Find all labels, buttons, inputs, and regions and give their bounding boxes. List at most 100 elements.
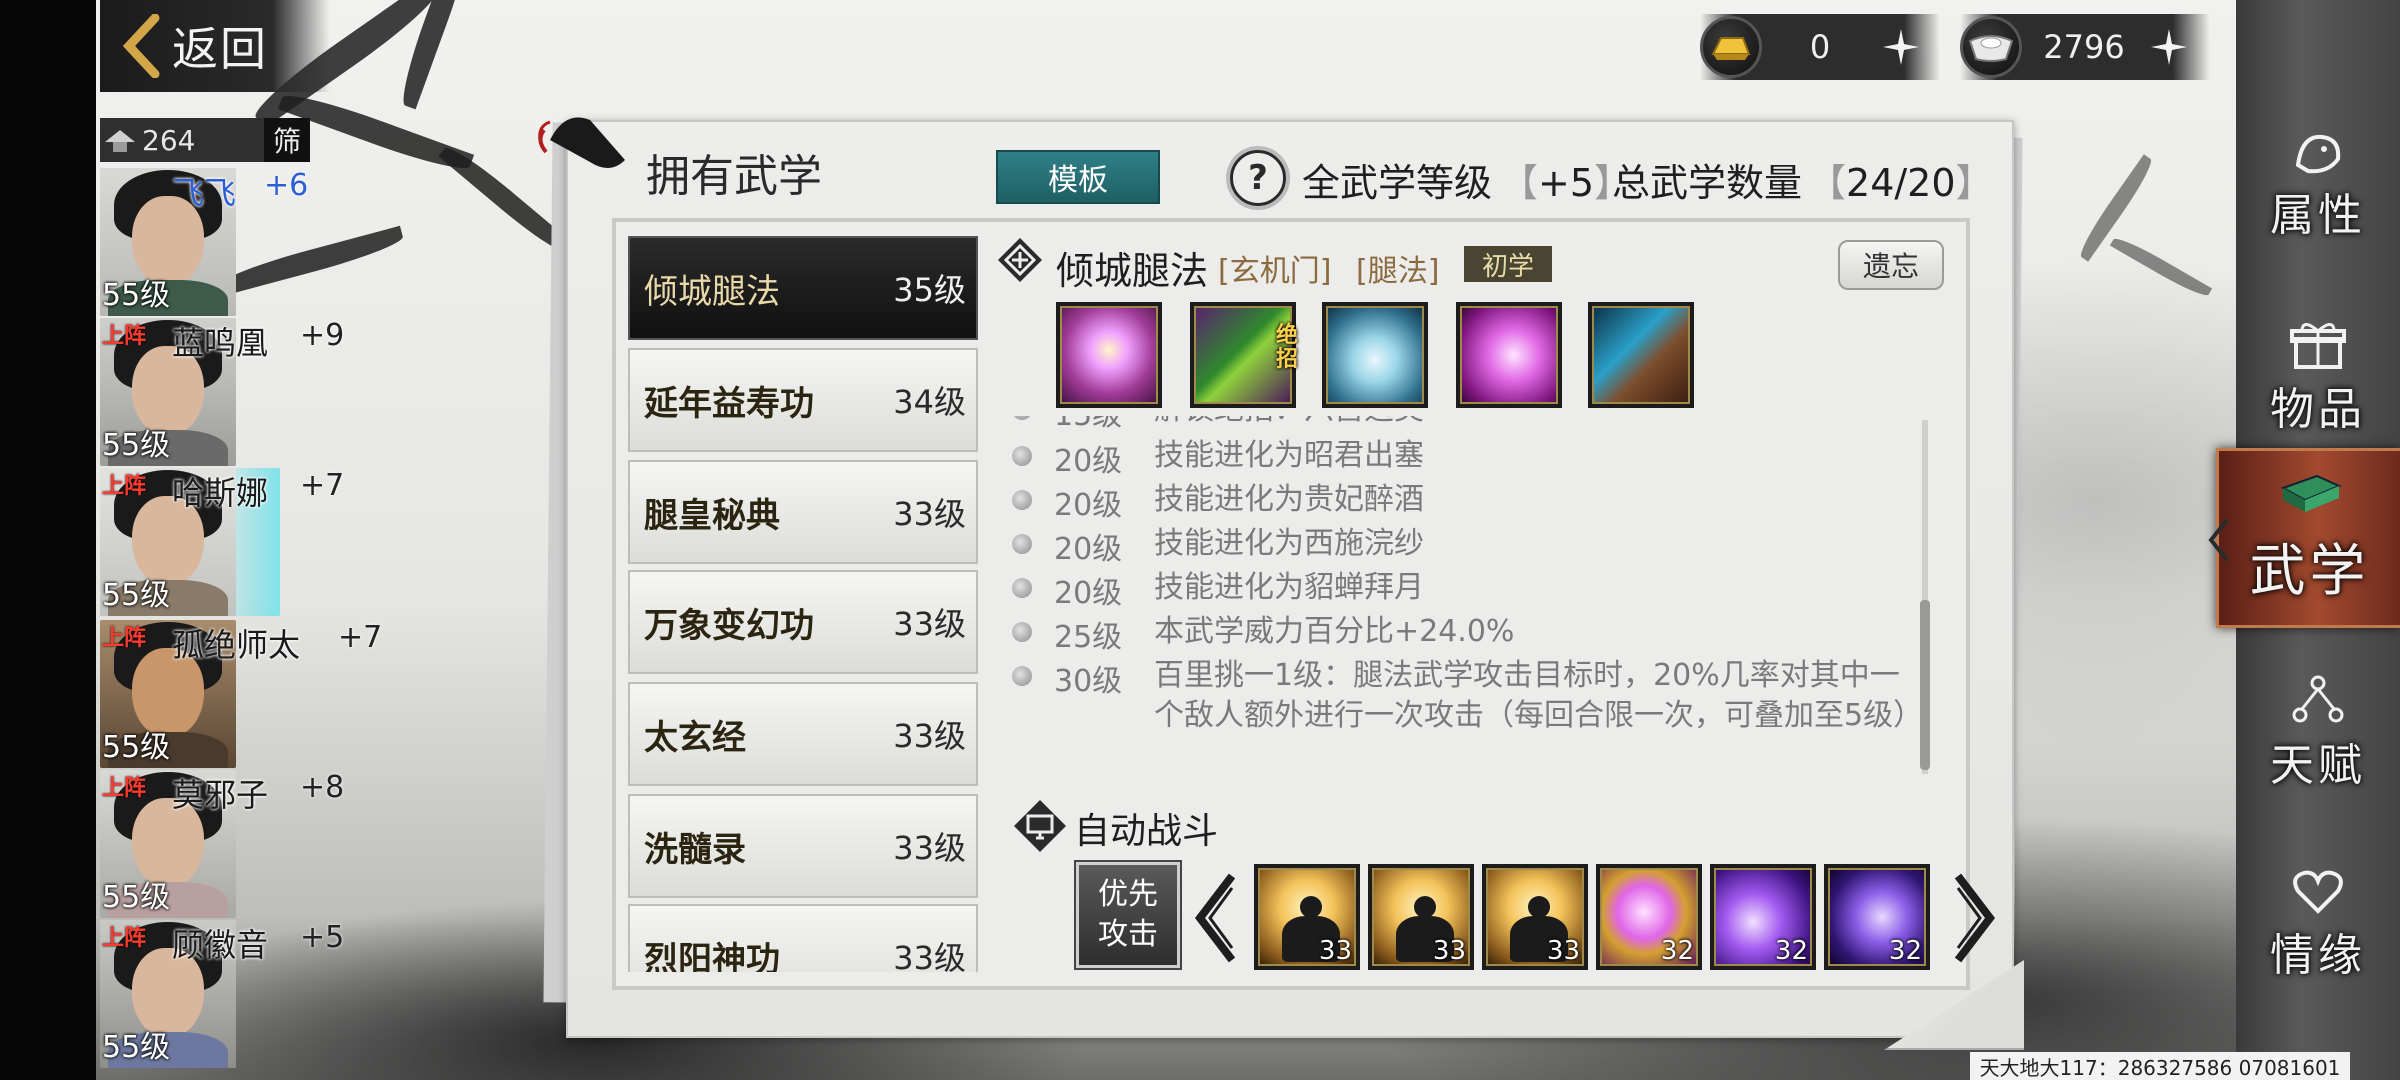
nav-items-label: 物品 bbox=[2270, 384, 2366, 435]
skill-item[interactable]: 太玄经 33级 bbox=[628, 682, 978, 786]
move-icon[interactable] bbox=[1456, 302, 1562, 408]
monitor-icon bbox=[1012, 798, 1068, 854]
skill-level: 34级 bbox=[893, 383, 966, 421]
add-gold-button[interactable] bbox=[1878, 24, 1924, 70]
player-id-watermark: 天大地大117：286327586 07081601 bbox=[1970, 1052, 2350, 1080]
skill-name: 洗髓录 bbox=[644, 829, 746, 870]
slot-count: 33 bbox=[1432, 936, 1466, 966]
character-card[interactable]: 上阵 55级 顾徽音 +5 bbox=[100, 920, 344, 1068]
skill-level: 33级 bbox=[893, 939, 966, 972]
move-icon[interactable] bbox=[1588, 302, 1694, 408]
skill-item[interactable]: 延年益寿功 34级 bbox=[628, 348, 978, 452]
slot-count: 33 bbox=[1318, 936, 1352, 966]
nav-martial-arts[interactable]: 武学 bbox=[2216, 448, 2400, 628]
character-name: 孤绝师太 bbox=[172, 626, 301, 664]
skill-item[interactable]: 万象变幻功 33级 bbox=[628, 570, 978, 674]
skill-name: 腿皇秘典 bbox=[644, 495, 780, 536]
panel-title: 拥有武学 bbox=[646, 151, 822, 202]
nav-talent-label: 天赋 bbox=[2270, 740, 2366, 791]
auto-skill-slot[interactable]: 32 bbox=[1596, 864, 1702, 970]
skill-list[interactable]: 倾城腿法 35级 延年益寿功 34级 腿皇秘典 33级 万象变幻功 33级 太玄… bbox=[628, 236, 978, 972]
skill-item[interactable]: 倾城腿法 35级 bbox=[628, 236, 978, 340]
deployed-badge: 上阵 bbox=[102, 776, 147, 801]
skill-item[interactable]: 腿皇秘典 33级 bbox=[628, 460, 978, 564]
move-icon[interactable] bbox=[1322, 302, 1428, 408]
bamboo-leaf bbox=[216, 225, 406, 297]
skill-level: 33级 bbox=[893, 717, 966, 755]
move-icon[interactable] bbox=[1056, 302, 1162, 408]
auto-skill-slot[interactable]: 32 bbox=[1710, 864, 1816, 970]
filter-button[interactable]: 筛 bbox=[264, 118, 310, 162]
character-search[interactable]: 264 筛 bbox=[100, 118, 310, 162]
back-button[interactable]: 返回 bbox=[100, 0, 330, 92]
bullet-icon bbox=[1012, 490, 1032, 510]
character-card[interactable]: 55级 飞飞 +6 bbox=[100, 168, 308, 316]
template-button[interactable]: 模板 bbox=[996, 150, 1160, 204]
talent-tree-icon bbox=[2285, 673, 2351, 729]
character-level: 55级 bbox=[102, 1030, 171, 1065]
chevron-left-icon[interactable] bbox=[1192, 872, 1240, 964]
character-name: 顾徽音 bbox=[172, 926, 269, 964]
right-navigation: 属性 物品 武学 天赋 情缘 bbox=[2216, 0, 2400, 1080]
skill-progression-list[interactable]: 15级 解锁绝招：六宫选美 20级 技能进化为昭君出塞 20级 技能进化为贵妃醉… bbox=[1002, 416, 1922, 774]
rank-tag: 初学 bbox=[1464, 246, 1552, 282]
priority-label-line2: 攻击 bbox=[1098, 917, 1158, 952]
character-card[interactable]: 上阵 55级 哈斯娜 +7 bbox=[100, 468, 344, 616]
silver-ingot-icon bbox=[1960, 16, 2022, 78]
character-bonus: +9 bbox=[300, 318, 345, 353]
character-card[interactable]: 上阵 55级 孤绝师太 +7 bbox=[100, 620, 382, 768]
deployed-badge: 上阵 bbox=[102, 324, 147, 349]
chevron-right-icon[interactable] bbox=[1950, 872, 1998, 964]
progression-level: 15级 bbox=[1054, 416, 1122, 434]
nav-items[interactable]: 物品 bbox=[2236, 302, 2400, 452]
skill-level: 33级 bbox=[893, 829, 966, 867]
help-icon[interactable]: ? bbox=[1230, 150, 1286, 206]
priority-attack-button[interactable]: 优先 攻击 bbox=[1074, 860, 1182, 970]
deployed-badge: 上阵 bbox=[102, 626, 147, 651]
character-count-value: 264 bbox=[142, 123, 196, 157]
auto-skill-slot[interactable]: 33 bbox=[1254, 864, 1360, 970]
character-name: 哈斯娜 bbox=[172, 474, 269, 512]
skill-level: 35级 bbox=[893, 271, 966, 309]
character-level: 55级 bbox=[102, 428, 171, 463]
character-card[interactable]: 上阵 55级 蓝鸣凰 +9 bbox=[100, 318, 344, 466]
sect-hat-icon bbox=[100, 120, 140, 160]
character-level: 55级 bbox=[102, 730, 171, 765]
character-card[interactable]: 上阵 55级 莫邪子 +8 bbox=[100, 770, 344, 918]
scrollbar-thumb[interactable] bbox=[1920, 600, 1930, 770]
auto-skill-slot[interactable]: 32 bbox=[1824, 864, 1930, 970]
skill-emblem-icon bbox=[996, 236, 1044, 284]
character-bonus: +7 bbox=[300, 468, 345, 503]
nav-martial-arts-label: 武学 bbox=[2249, 538, 2370, 604]
total-level-number: +5 bbox=[1538, 161, 1595, 205]
nav-attributes[interactable]: 属性 bbox=[2236, 108, 2400, 258]
skill-item[interactable]: 烈阳神功 33级 bbox=[628, 904, 978, 972]
nav-bond[interactable]: 情缘 bbox=[2236, 848, 2400, 998]
bullet-icon bbox=[1012, 666, 1032, 686]
progression-level: 20级 bbox=[1054, 576, 1123, 611]
deployed-badge: 上阵 bbox=[102, 926, 147, 951]
auto-skill-slot[interactable]: 33 bbox=[1368, 864, 1474, 970]
bamboo-leaf bbox=[2109, 233, 2213, 301]
character-level: 55级 bbox=[102, 880, 171, 915]
rooster-icon bbox=[2285, 123, 2351, 179]
gold-currency: 0 bbox=[1700, 14, 1940, 80]
bullet-icon bbox=[1012, 622, 1032, 642]
bullet-icon bbox=[1012, 416, 1032, 420]
chevron-left-icon bbox=[118, 11, 164, 81]
bullet-icon bbox=[1012, 534, 1032, 554]
character-level: 55级 bbox=[102, 278, 171, 313]
slot-count: 32 bbox=[1774, 936, 1808, 966]
nav-talent[interactable]: 天赋 bbox=[2236, 658, 2400, 808]
skill-name: 烈阳神功 bbox=[644, 939, 780, 973]
total-count-value: 【24/20】 bbox=[1808, 161, 1994, 205]
auto-skill-slot[interactable]: 33 bbox=[1482, 864, 1588, 970]
total-count-label: 总武学数量 bbox=[1612, 161, 1803, 205]
forget-button[interactable]: 遗忘 bbox=[1838, 240, 1944, 290]
progression-desc: 技能进化为西施浣纱 bbox=[1154, 526, 1424, 561]
scroll-book-icon bbox=[2277, 470, 2343, 526]
total-level-label: 全武学等级 bbox=[1302, 161, 1493, 205]
skill-item[interactable]: 洗髓录 33级 bbox=[628, 794, 978, 898]
add-silver-button[interactable] bbox=[2146, 24, 2192, 70]
nav-attributes-label: 属性 bbox=[2270, 190, 2366, 241]
